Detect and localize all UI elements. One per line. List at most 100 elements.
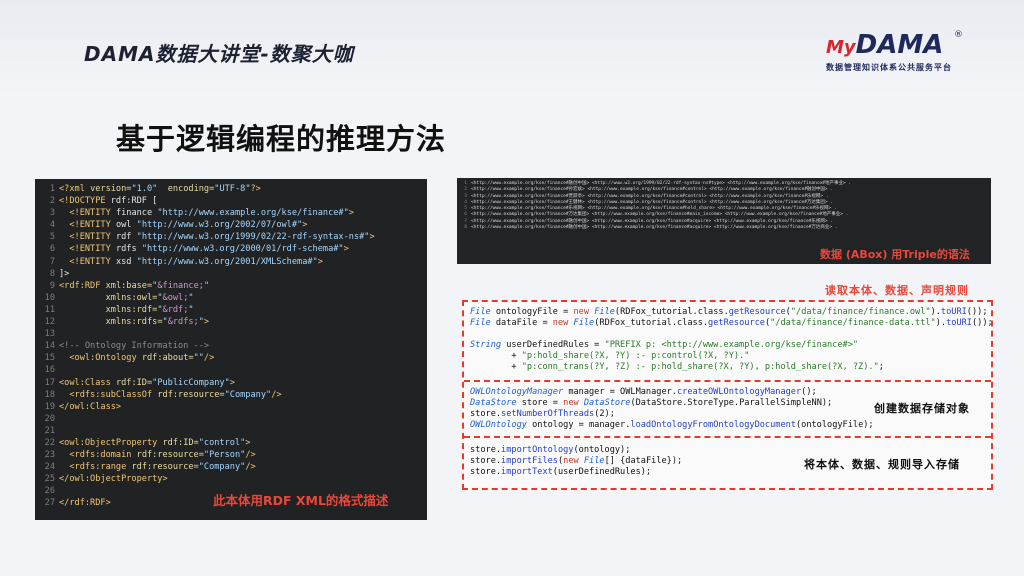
import-caption: 将本体、数据、规则导入存储 (804, 458, 960, 471)
mydama-logo: MyDAMA ® 数据管理知识体系公共服务平台 (826, 30, 976, 76)
code-text: <!ENTITY rdf "http://www.w3.org/1999/02/… (69, 232, 375, 243)
line-number: 22 (44, 437, 55, 448)
code-text: <rdfs:range rdf:resource="Company"/> (69, 462, 256, 473)
code-line: 13 (35, 328, 427, 340)
java-code-line: File ontologyFile = new File(RDFox_tutor… (470, 307, 988, 317)
line-number: 7 (49, 256, 55, 267)
java-code-line: store.setNumberOfThreads(2); (470, 409, 615, 419)
code-text: <rdfs:subClassOf rdf:resource="Company"/… (69, 389, 282, 400)
java-code-line: store.importText(userDefinedRules); (470, 467, 652, 477)
java-code-line: DataStore store = new DataStore(DataStor… (470, 398, 833, 408)
triple-line: 8 <http://www.example.org/kse/finance#融创中… (457, 225, 991, 231)
line-number: 8 (464, 225, 467, 231)
code-line: 5 <!ENTITY rdf "http://www.w3.org/1999/0… (35, 231, 427, 243)
line-number: 25 (44, 474, 55, 485)
brand-title: DAMA数据大讲堂-数聚大咖 (84, 42, 354, 66)
code-text: <owl:Class rdf:ID="PublicCompany"> (59, 377, 235, 388)
page-title: 基于逻辑编程的推理方法 (116, 122, 447, 156)
java-code-line: File dataFile = new File(RDFox_tutorial.… (470, 318, 993, 328)
line-number: 10 (44, 292, 55, 303)
java-code-line: OWLOntology ontology = manager.loadOntol… (470, 420, 874, 430)
java-divider (464, 436, 991, 438)
code-text: xmlns:rdfs="&rdfs;"> (105, 317, 210, 328)
code-text: <rdfs:domain rdf:resource="Person"/> (69, 450, 256, 461)
java-code-line: store.importOntology(ontology); (470, 445, 631, 455)
java-code-line: store.importFiles(new File[] {dataFile})… (470, 456, 683, 466)
line-number: 9 (49, 280, 55, 291)
line-number: 15 (44, 353, 55, 364)
line-number: 2 (49, 196, 55, 207)
code-line: 3 <!ENTITY finance "http://www.example.o… (35, 207, 427, 219)
code-line: 22 <owl:ObjectProperty rdf:ID="control"> (35, 437, 427, 449)
code-line: 20 (35, 413, 427, 425)
line-number: 14 (44, 341, 55, 352)
code-line: 4 <!ENTITY owl "http://www.w3.org/2002/0… (35, 219, 427, 231)
line-number: 24 (44, 462, 55, 473)
code-text: <!ENTITY finance "http://www.example.org… (69, 208, 354, 219)
line-number: 20 (44, 413, 55, 424)
logo-subtitle: 数据管理知识体系公共服务平台 (826, 63, 952, 72)
java-code-line: OWLOntologyManager manager = OWLManager.… (470, 387, 817, 397)
line-number: 17 (44, 377, 55, 388)
java-divider (464, 380, 991, 382)
line-number: 18 (44, 389, 55, 400)
code-line: 6 <!ENTITY rdfs "http://www.w3.org/2000/… (35, 243, 427, 255)
line-number: 12 (44, 317, 55, 328)
rdf-xml-caption: 此本体用RDF XML的格式描述 (213, 493, 389, 508)
code-line: 24 <rdfs:range rdf:resource="Company"/> (35, 461, 427, 473)
line-number: 5 (49, 232, 55, 243)
logo-registered: ® (954, 30, 963, 40)
line-number: 1 (49, 184, 55, 194)
triple-text: <http://www.example.org/kse/finance#融创中国… (471, 225, 838, 231)
code-text: </owl:Class> (59, 401, 122, 412)
code-line: 17 <owl:Class rdf:ID="PublicCompany"> (35, 377, 427, 389)
java-code-line: String userDefinedRules = "PREFIX p: <ht… (470, 340, 859, 350)
code-text: <rdf:RDF xml:base="&finance;" (59, 280, 210, 291)
code-line: 15 <owl:Ontology rdf:about=""/> (35, 352, 427, 364)
code-line: 9 <rdf:RDF xml:base="&finance;" (35, 280, 427, 292)
code-text: <owl:ObjectProperty rdf:ID="control"> (59, 437, 251, 448)
code-line: 10 xmlns:owl="&owl;" (35, 292, 427, 304)
code-line: 12 xmlns:rdfs="&rdfs;"> (35, 316, 427, 328)
code-line: 2 <!DOCTYPE rdf:RDF [ (35, 195, 427, 207)
code-text: <!ENTITY xsd "http://www.w3.org/2001/XML… (69, 256, 323, 267)
code-line: 18 <rdfs:subClassOf rdf:resource="Compan… (35, 389, 427, 401)
line-number: 26 (44, 486, 55, 497)
code-text: ]> (59, 268, 70, 279)
line-number: 6 (49, 244, 55, 255)
line-number: 27 (44, 498, 55, 509)
line-number: 21 (44, 425, 55, 436)
code-line: 1 <?xml version="1.0" encoding="UTF-8"?> (35, 183, 427, 195)
line-number: 3 (49, 208, 55, 219)
abox-caption: 数据 (ABox) 用Triple的语法 (820, 248, 970, 261)
code-text: <!-- Ontology Information --> (59, 341, 210, 352)
rdf-xml-code-panel: 1 <?xml version="1.0" encoding="UTF-8"?> 2… (35, 179, 427, 520)
java-code-line: + "p:conn_trans(?Y, ?Z) :- p:hold_share(… (470, 362, 884, 372)
line-number: 8 (49, 268, 55, 279)
code-line: 16 (35, 364, 427, 376)
code-text: xmlns:owl="&owl;" (105, 292, 194, 303)
line-number: 19 (44, 401, 55, 412)
line-number: 4 (49, 220, 55, 231)
code-text: <!ENTITY rdfs "http://www.w3.org/2000/01… (69, 244, 349, 255)
code-line: 14 <!-- Ontology Information --> (35, 340, 427, 352)
code-text: <!ENTITY owl "http://www.w3.org/2002/07/… (69, 220, 308, 231)
code-line: 11 xmlns:rdf="&rdf;" (35, 304, 427, 316)
java-code-line: + "p:hold_share(?X, ?Y) :- p:control(?X,… (470, 351, 750, 361)
code-line: 21 (35, 425, 427, 437)
read-caption: 读取本体、数据、声明规则 (825, 284, 969, 297)
line-number: 16 (44, 365, 55, 376)
logo-wordmark: MyDAMA (826, 30, 943, 60)
code-line: 19 </owl:Class> (35, 401, 427, 413)
logo-dama: DAMA (855, 30, 944, 60)
code-line: 7 <!ENTITY xsd "http://www.w3.org/2001/X… (35, 256, 427, 268)
line-number: 13 (44, 329, 55, 340)
code-text: <?xml version="1.0" encoding="UTF-8"?> (59, 184, 261, 194)
code-line: 8 ]> (35, 268, 427, 280)
code-text: </owl:ObjectProperty> (59, 474, 168, 485)
code-text: xmlns:rdf="&rdf;" (105, 304, 194, 315)
code-text: <!DOCTYPE rdf:RDF [ (59, 196, 158, 207)
code-text: </rdf:RDF> (59, 498, 111, 509)
java-code-panel: 创建数据存储对象 将本体、数据、规则导入存储 File ontologyFile… (462, 300, 993, 490)
code-text: <owl:Ontology rdf:about=""/> (69, 353, 215, 364)
